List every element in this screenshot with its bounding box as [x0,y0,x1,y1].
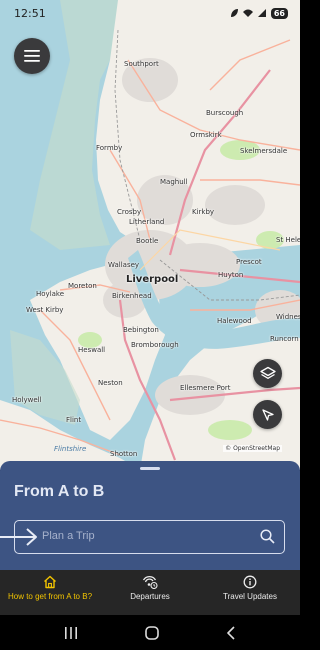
status-bar: 12:51 66 [0,0,300,26]
place-label: Bebington [123,326,159,334]
place-label: Bromborough [131,341,179,349]
navigation-arrow-icon [261,408,274,421]
place-label: Holywell [12,396,42,404]
sheet-drag-handle[interactable] [140,467,160,470]
plan-trip-placeholder: Plan a Trip [42,530,95,542]
place-label: Widnes [276,313,300,321]
system-navigation-bar [0,615,300,650]
recent-apps-icon[interactable] [64,626,78,639]
map-attribution[interactable]: © OpenStreetMap [223,445,282,452]
search-icon[interactable] [260,529,275,544]
status-time: 12:51 [14,6,46,20]
tab-travel-updates[interactable]: Travel Updates [200,570,300,615]
place-label: Flint [66,416,82,424]
tab-departures[interactable]: Departures [100,570,200,615]
my-location-button[interactable] [253,400,282,429]
info-icon [243,575,257,589]
arrow-right-icon [0,528,37,546]
place-label: Burscough [206,109,244,117]
place-label: Runcorn [270,335,299,343]
place-label: Ormskirk [190,131,222,139]
place-label: Formby [96,144,123,152]
place-label: Prescot [236,258,262,266]
place-label: St Helens [276,236,300,244]
map-layers-button[interactable] [253,359,282,388]
map-tiles [0,0,300,470]
tab-label: Travel Updates [223,592,277,601]
place-label-region: Flintshire [54,445,87,453]
place-label-city: Liverpool [126,274,179,285]
place-label: Skelmersdale [240,147,288,155]
tab-label: Departures [130,592,170,601]
back-icon[interactable] [226,625,236,640]
sheet-title: From A to B [14,483,105,500]
home-button-icon[interactable] [145,625,159,640]
place-label: Bootle [136,237,159,245]
home-icon [44,575,56,589]
place-label: Heswall [78,346,106,354]
place-label: Shotton [110,450,138,458]
place-label: Southport [124,60,159,68]
status-icons: 66 [229,7,288,19]
place-label: Wallasey [108,261,140,269]
battery-indicator: 66 [270,7,288,19]
layers-icon [259,366,276,379]
departures-icon [142,576,158,589]
place-label: Maghull [160,178,188,186]
leaf-icon [230,9,238,17]
trip-planner-sheet: From A to B Plan a Trip [0,461,300,570]
hamburger-menu-icon [24,50,40,62]
menu-button[interactable] [14,38,50,74]
tab-label: How to get from A to B? [7,592,93,601]
bottom-tab-bar: How to get from A to B? Departures Trave… [0,570,300,615]
place-label: Moreton [68,282,97,290]
map-view[interactable]: Southport Burscough Ormskirk Skelmersdal… [0,0,300,470]
signal-icon [257,9,266,17]
place-label: Crosby [117,208,142,216]
place-label: Kirkby [192,208,215,216]
place-label: Neston [98,379,123,387]
place-label: West Kirby [26,306,64,314]
place-label: Huyton [218,271,244,279]
place-label: Hoylake [36,290,65,298]
place-label: Ellesmere Port [180,384,231,392]
place-label: Birkenhead [112,292,152,300]
tab-how-to-get[interactable]: How to get from A to B? [0,570,100,615]
place-label: Halewood [217,317,252,325]
place-label: Litherland [129,218,165,226]
plan-trip-input[interactable]: Plan a Trip [0,520,285,554]
wifi-icon [242,9,253,17]
